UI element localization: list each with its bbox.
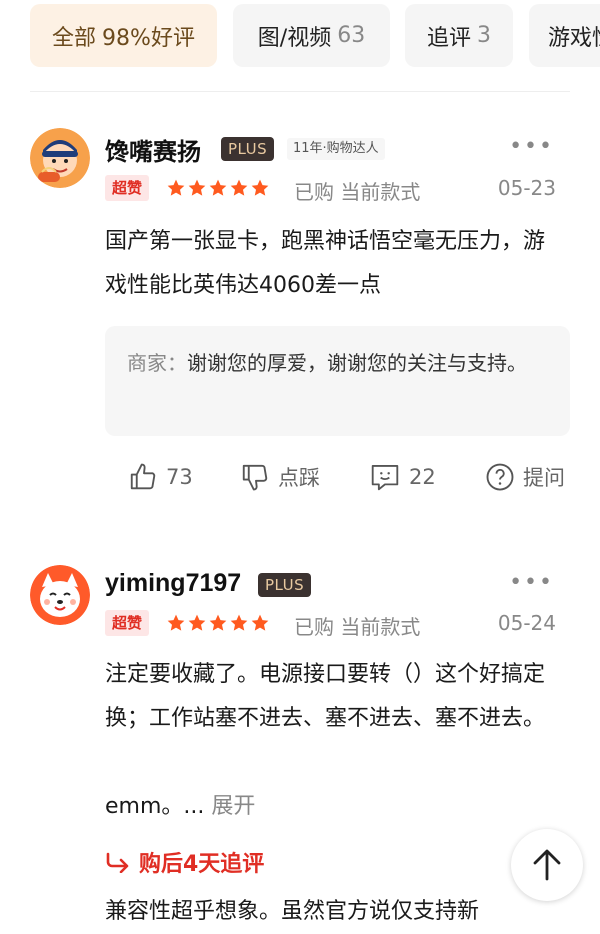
tab-followup-label: 追评 [426, 25, 471, 51]
arrow-up-icon [533, 849, 561, 881]
like-count: 73 [166, 465, 193, 489]
merchant-reply: 商家：谢谢您的厚爱，谢谢您的关注与支持。 [105, 326, 570, 436]
tabs-divider [30, 91, 570, 92]
thumbs-up-icon [130, 463, 156, 490]
followup-label: 购后4天追评 [139, 852, 265, 877]
review-text[interactable]: 注定要收藏了。电源接口要转（）这个好搞定换；工作站塞不进去、塞不进去、塞不进去。 [105, 653, 565, 741]
question-icon [486, 463, 514, 491]
star-icon [251, 179, 269, 196]
avatar-cartoon-icon [30, 128, 90, 188]
star-icon [251, 614, 269, 631]
expand-link[interactable]: 展开 [211, 794, 255, 819]
star-icon [209, 614, 227, 631]
ask-label: 提问 [523, 466, 565, 490]
dislike-label: 点踩 [278, 466, 320, 490]
plus-badge: PLUS [258, 573, 312, 597]
star-icon [230, 179, 248, 196]
tab-media[interactable]: 图/视频 63 [233, 4, 390, 67]
avatar[interactable] [30, 128, 90, 188]
star-icon [167, 614, 185, 631]
merchant-reply-text: 谢谢您的厚爱，谢谢您的关注与支持。 [187, 351, 527, 375]
tab-all-label: 全部 [52, 25, 97, 51]
plus-badge: PLUS [221, 137, 275, 161]
more-options-icon[interactable]: ••• [509, 570, 554, 595]
tab-media-label: 图/视频 [257, 25, 332, 51]
merchant-reply-label: 商家： [127, 351, 187, 375]
followup-arrow-icon [106, 852, 129, 873]
star-icon [167, 179, 185, 196]
super-like-badge: 超赞 [105, 610, 150, 636]
comment-count: 22 [409, 465, 436, 489]
tab-media-count: 63 [337, 23, 366, 48]
tab-all[interactable]: 全部 98%好评 [30, 4, 217, 67]
avatar-dog-icon [30, 565, 90, 625]
thumbs-down-icon [242, 464, 268, 491]
star-icon [188, 179, 206, 196]
review-text-tail: emm。... 展开 [105, 785, 565, 829]
username[interactable]: 馋嘴赛扬 [105, 132, 201, 167]
super-like-badge: 超赞 [105, 175, 150, 201]
tab-gameplay-label: 游戏性 [548, 25, 600, 51]
dislike-button[interactable]: 点踩 [240, 462, 320, 492]
star-icon [188, 614, 206, 631]
star-icon [230, 614, 248, 631]
star-icon [209, 179, 227, 196]
level-tag: 11年·购物达人 [287, 138, 385, 160]
more-options-icon[interactable]: ••• [509, 134, 554, 159]
star-rating [166, 178, 270, 198]
purchase-info: 已购 当前款式 [294, 180, 421, 204]
tab-gameplay[interactable]: 游戏性 [529, 4, 600, 67]
filter-tabs: 全部 98%好评 图/视频 63 追评 3 游戏性 [0, 0, 600, 92]
review-date: 05-23 [497, 176, 556, 200]
avatar[interactable] [30, 565, 90, 625]
like-button[interactable]: 73 [128, 462, 193, 492]
purchase-info: 已购 当前款式 [294, 615, 421, 639]
comment-button[interactable]: 22 [369, 462, 436, 492]
review-text-truncated: emm。... [105, 794, 205, 819]
username[interactable]: yiming7197 [105, 569, 241, 598]
scroll-to-top-button[interactable] [511, 829, 583, 901]
tab-all-count: 98%好评 [102, 25, 195, 51]
followup-text[interactable]: 兼容性超乎想象。虽然官方说仅支持新 [105, 890, 565, 934]
review-text[interactable]: 国产第一张显卡，跑黑神话悟空毫无压力，游戏性能比英伟达4060差一点 [105, 220, 565, 308]
ask-button[interactable]: 提问 [485, 462, 565, 492]
star-rating [166, 613, 270, 633]
review-actions: 73 点踩 22 提问 [0, 462, 600, 502]
tab-followup-count: 3 [477, 23, 491, 48]
comment-icon [371, 465, 399, 491]
tab-followup[interactable]: 追评 3 [405, 4, 513, 67]
review-date: 05-24 [497, 611, 556, 635]
followup-header: 购后4天追评 [105, 846, 264, 878]
